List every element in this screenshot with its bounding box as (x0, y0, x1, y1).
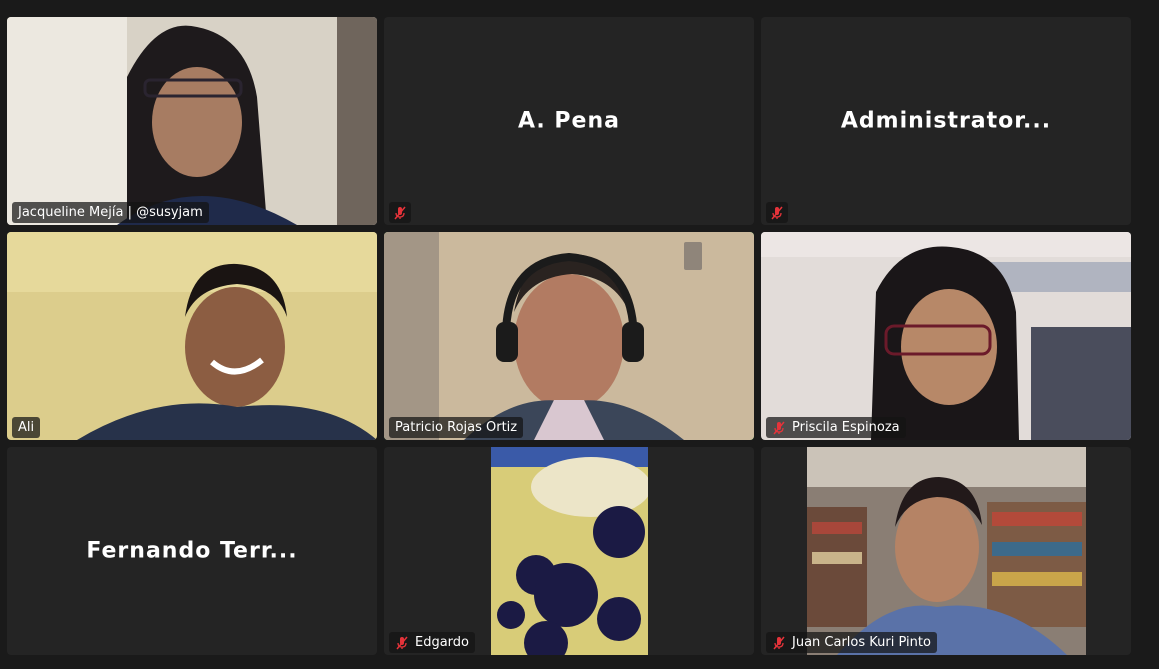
participant-display-name: Administrator... (840, 108, 1052, 134)
participant-display-name: Fernando Terr... (86, 538, 298, 564)
participant-name-tag: Ali (12, 417, 41, 438)
muted-mic-indicator (766, 202, 788, 223)
participant-tile-juan-carlos[interactable]: Juan Carlos Kuri Pinto (761, 447, 1131, 655)
participant-video (491, 447, 651, 655)
participant-tile-administrator[interactable]: Administrator... (761, 17, 1131, 225)
participant-display-name: A. Pena (517, 108, 620, 134)
mic-muted-icon (396, 636, 408, 649)
participant-tile-priscila[interactable]: Priscila Espinoza (761, 232, 1131, 440)
participant-tile-jacqueline[interactable]: Jacqueline Mejía | @susyjam (7, 17, 377, 225)
participant-name-tag: Priscila Espinoza (766, 417, 906, 438)
mic-muted-icon (771, 206, 783, 219)
participant-tile-fernando[interactable]: Fernando Terr... (7, 447, 377, 655)
participant-tile-ali[interactable]: Ali (7, 232, 377, 440)
participant-name: Priscila Espinoza (792, 420, 900, 435)
participant-name: Edgardo (415, 635, 470, 650)
mic-muted-icon (394, 206, 406, 219)
participant-video (384, 232, 754, 440)
participant-name-tag: Jacqueline Mejía | @susyjam (12, 202, 209, 223)
participant-name: Juan Carlos Kuri Pinto (792, 635, 931, 650)
participant-name: Ali (18, 420, 35, 435)
mic-muted-icon (773, 421, 785, 434)
participant-tile-a-pena[interactable]: A. Pena (384, 17, 754, 225)
participant-tile-patricio[interactable]: Patricio Rojas Ortiz (384, 232, 754, 440)
participant-name-tag: Juan Carlos Kuri Pinto (766, 632, 937, 653)
muted-mic-indicator (389, 202, 411, 223)
participant-name: Jacqueline Mejía | @susyjam (18, 205, 203, 220)
participant-name: Patricio Rojas Ortiz (395, 420, 518, 435)
video-grid: Jacqueline Mejía | @susyjam A. Pena Admi… (7, 17, 1133, 657)
participant-video (7, 17, 377, 225)
participant-video (807, 447, 1086, 655)
mic-muted-icon (773, 636, 785, 649)
participant-tile-edgardo[interactable]: Edgardo (384, 447, 754, 655)
participant-video (7, 232, 377, 440)
participant-name-tag: Patricio Rojas Ortiz (389, 417, 524, 438)
participant-video (761, 232, 1131, 440)
participant-name-tag: Edgardo (389, 632, 476, 653)
